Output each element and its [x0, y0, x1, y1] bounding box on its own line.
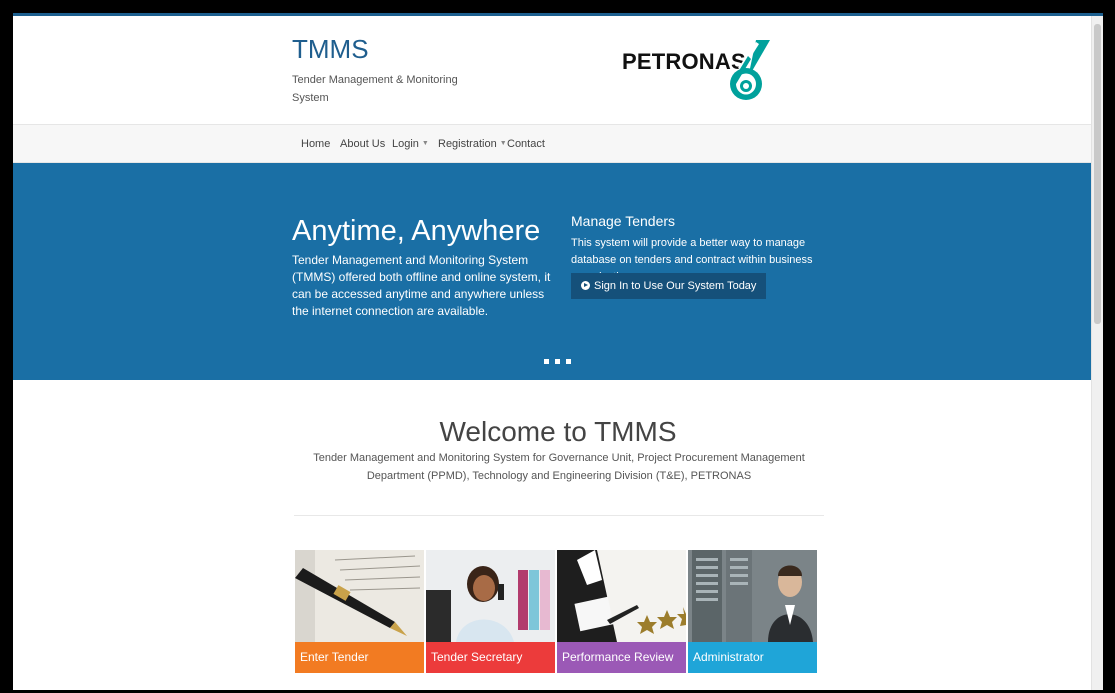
card-label: Administrator	[688, 642, 817, 673]
card-label: Performance Review	[557, 642, 686, 673]
nav-registration-label: Registration	[438, 138, 497, 150]
nav-about-us[interactable]: About Us	[340, 138, 385, 150]
nav-registration[interactable]: Registration ▼	[438, 138, 507, 150]
site-title[interactable]: TMMS	[292, 34, 369, 65]
card-tender-secretary[interactable]: Tender Secretary	[426, 550, 555, 673]
server-room-image	[688, 550, 817, 642]
card-enter-tender[interactable]: Enter Tender	[295, 550, 424, 673]
petronas-logo: PETRONAS	[622, 38, 772, 103]
chevron-down-icon: ▼	[499, 140, 507, 147]
performance-review-image	[557, 550, 686, 642]
scrollbar-thumb[interactable]	[1094, 24, 1101, 324]
card-label: Enter Tender	[295, 642, 424, 673]
secretary-image	[426, 550, 555, 642]
nav-home[interactable]: Home	[301, 138, 330, 150]
card-administrator[interactable]: Administrator	[688, 550, 817, 673]
petronas-towers-icon	[730, 40, 770, 100]
carousel-dot-2[interactable]	[555, 359, 560, 364]
card-label: Tender Secretary	[426, 642, 555, 673]
pen-document-image	[295, 550, 424, 642]
site-header: TMMS Tender Management & Monitoring Syst…	[13, 16, 1092, 124]
hero-text: Tender Management and Monitoring System …	[292, 253, 551, 318]
nav-login[interactable]: Login ▼	[392, 138, 429, 150]
carousel-indicators	[544, 351, 577, 369]
carousel-dot-3[interactable]	[566, 359, 571, 364]
browser-viewport: TMMS Tender Management & Monitoring Syst…	[13, 13, 1103, 690]
section-divider	[294, 515, 824, 516]
hero-title: Anytime, Anywhere	[292, 215, 541, 247]
sign-in-button-label: Sign In to Use Our System Today	[594, 280, 757, 292]
carousel-dot-1[interactable]	[544, 359, 549, 364]
welcome-text: Tender Management and Monitoring System …	[313, 452, 805, 482]
nav-login-label: Login	[392, 138, 419, 150]
chevron-down-icon: ▼	[421, 140, 429, 147]
sign-in-button[interactable]: Sign In to Use Our System Today	[571, 273, 767, 299]
nav-contact[interactable]: Contact	[507, 138, 545, 150]
manage-tenders-title: Manage Tenders	[571, 213, 676, 229]
vertical-scrollbar[interactable]	[1091, 16, 1103, 690]
site-subtitle: Tender Management & Monitoring System	[292, 74, 458, 104]
arrow-circle-icon	[581, 281, 590, 290]
hero-carousel: Anytime, Anywhere Tender Management and …	[13, 163, 1092, 380]
main-navbar: Home About Us Login ▼ Registration ▼ Conta…	[13, 124, 1092, 163]
welcome-title: Welcome to TMMS	[439, 416, 677, 447]
card-performance-review[interactable]: Performance Review	[557, 550, 686, 673]
